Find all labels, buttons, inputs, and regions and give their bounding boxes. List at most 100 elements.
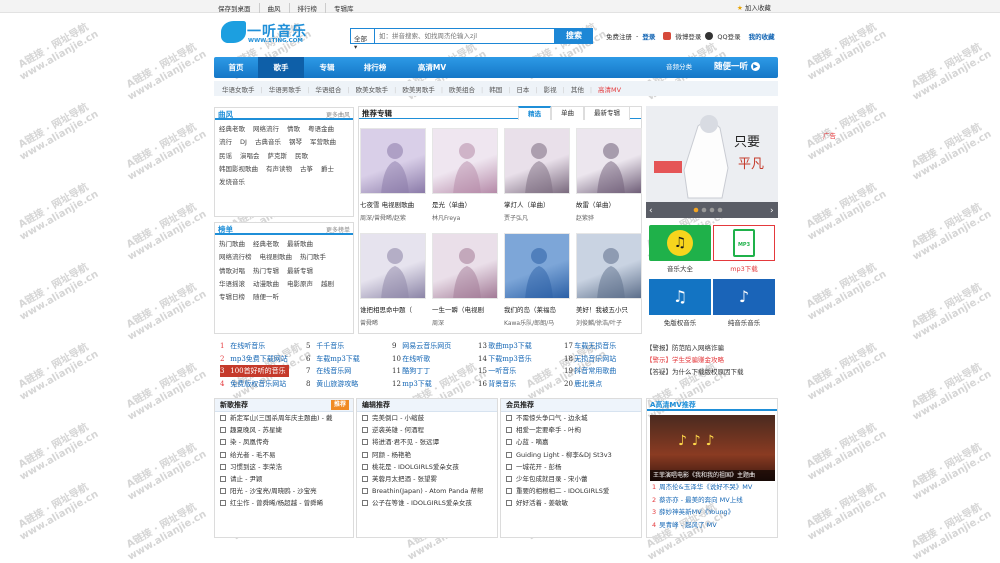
song-checkbox[interactable]	[362, 488, 368, 495]
song-checkbox[interactable]	[506, 427, 512, 434]
song-title[interactable]: 不需惊头争口气 - 边永城	[516, 414, 587, 422]
chart-more-link[interactable]: 更多榜单	[326, 225, 350, 234]
tag-link[interactable]: 韩国影视歌曲	[219, 163, 258, 176]
hot-search-item[interactable]: 1 在线听音乐	[220, 340, 265, 352]
tag-link[interactable]: 动漫歌曲	[253, 278, 279, 291]
register-link[interactable]: 免费注册	[606, 31, 632, 41]
song-row[interactable]: Breathin(Japan) - Atom Panda 帮帮	[357, 485, 497, 497]
song-checkbox[interactable]	[362, 415, 368, 421]
tag-link[interactable]: 经典老歌	[253, 238, 279, 251]
song-title[interactable]: 少年包成就目录 - 宋小蕾	[516, 475, 587, 483]
album-cover[interactable]	[504, 233, 570, 299]
hot-search-item[interactable]: 12 mp3下载	[392, 378, 432, 390]
tag-link[interactable]: 随便一听	[253, 291, 279, 304]
tag-link[interactable]: 粤语金曲	[308, 123, 334, 136]
song-title[interactable]: 心蓝 - 嘀嘉	[516, 438, 548, 446]
tag-link[interactable]: 网络流行榜	[219, 251, 252, 264]
tag-link[interactable]: DJ	[240, 136, 247, 149]
hot-search-item[interactable]: 9 网易云音乐网页	[392, 340, 451, 352]
song-checkbox[interactable]	[362, 500, 368, 507]
hot-search-item[interactable]: 19 抖音常用歌曲	[564, 365, 616, 377]
song-title[interactable]: 逆袭英雄 - 何酒程	[372, 426, 424, 434]
album-cover[interactable]	[432, 233, 498, 299]
song-row[interactable]: 趣夏晚风 - 苏星婕	[215, 424, 353, 436]
tag-link[interactable]: 萨克斯	[268, 150, 288, 163]
search-input[interactable]	[374, 28, 555, 44]
tag-link[interactable]: 最新专辑	[287, 265, 313, 278]
album-artist[interactable]: 贾子弘凡	[504, 213, 570, 222]
subnav-item[interactable]: 影视	[535, 84, 557, 94]
album-artist[interactable]: 林凡Freya	[432, 213, 498, 222]
tag-link[interactable]: 发烧音乐	[219, 176, 245, 189]
song-title[interactable]: 请止 - 尹颖	[230, 475, 262, 483]
song-title[interactable]: 给光者 - 毛不易	[230, 451, 275, 459]
hot-search-item[interactable]: 20 鹿北景点	[564, 378, 602, 390]
hot-search-item[interactable]: 3 100首好听的音乐	[220, 365, 289, 377]
album-card[interactable]: 我们的岛（莱福岛 Kawa乐队/郎朗/马	[504, 233, 570, 327]
tag-link[interactable]: 有声读物	[266, 163, 292, 176]
album-card[interactable]: 七夜雪 电视剧歌曲 周深/曾舜晞/赵紫	[360, 128, 426, 222]
song-checkbox[interactable]	[506, 415, 512, 421]
tag-link[interactable]: 情歌对唱	[219, 265, 245, 278]
tag-link[interactable]: 华语摇滚	[219, 278, 245, 291]
tag-link[interactable]: 爵士	[321, 163, 334, 176]
song-row[interactable]: 阿颜 - 杨艳艳	[357, 449, 497, 461]
app-pure-music[interactable]: ♪ 纯音乐音乐	[713, 279, 775, 327]
song-row[interactable]: Guiding Light - 柳李&DJ St3v3	[501, 449, 641, 461]
song-row[interactable]: 相爱一定要牵手 - 叶枸	[501, 424, 641, 436]
song-title[interactable]: 完美倒口 - 小缩鼓	[372, 414, 424, 422]
song-row[interactable]: 逆袭英雄 - 何酒程	[357, 424, 497, 436]
app-mp3-download[interactable]: MP3 mp3下载	[713, 225, 775, 273]
song-row[interactable]: 少年包成就目录 - 宋小蕾	[501, 473, 641, 485]
album-card[interactable]: 掌灯人（单曲） 贾子弘凡	[504, 128, 570, 222]
hot-search-item[interactable]: 8 黄山旅游攻略	[306, 378, 358, 390]
hot-search-item[interactable]: 11 酷狗丁丁	[392, 365, 430, 377]
subnav-item[interactable]: 华语组合	[307, 84, 341, 94]
tag-link[interactable]: 演唱会	[240, 150, 260, 163]
subnav-item[interactable]: 欧美组合	[441, 84, 475, 94]
song-checkbox[interactable]	[506, 451, 512, 458]
tag-link[interactable]: 专辑日榜	[219, 291, 245, 304]
hot-search-item[interactable]: 15 一听音乐	[478, 365, 516, 377]
tag-link[interactable]: 民谣	[219, 150, 232, 163]
search-button[interactable]: 搜索	[555, 28, 593, 44]
tag-link[interactable]: 热门歌手	[300, 251, 326, 264]
hot-search-item[interactable]: 7 在线音乐网	[306, 365, 351, 377]
song-title[interactable]: 相爱一定要牵手 - 叶枸	[516, 426, 581, 434]
song-checkbox[interactable]	[362, 451, 368, 458]
song-checkbox[interactable]	[506, 475, 512, 482]
song-checkbox[interactable]	[362, 463, 368, 470]
mv-list-item[interactable]: 1 周杰伦&玉泽华《说好不哭》MV	[647, 481, 777, 494]
song-row[interactable]: 重要的相根相二 - IDOLGIRLS爱	[501, 485, 641, 497]
album-card[interactable]: 谁把相思命中题（ 曾舜晞	[360, 233, 426, 327]
song-title[interactable]: Breathin(Japan) - Atom Panda 帮帮	[372, 487, 483, 495]
subnav-item[interactable]: 其他	[563, 84, 584, 94]
song-title[interactable]: 新定军山(三国杀周年庆主题曲) - 戴	[230, 414, 333, 422]
app-music-all[interactable]: ♫ 音乐大全	[649, 225, 711, 273]
mv-thumbnail[interactable]: ♪ ♪ ♪ 王菲演唱电影《我和我的祖国》主题曲	[650, 415, 775, 481]
song-checkbox[interactable]	[220, 439, 226, 446]
subnav-item[interactable]: 欧美男歌手	[394, 84, 435, 94]
song-title[interactable]: 好好活着 - 姜敏敏	[516, 499, 568, 507]
random-play-button[interactable]: 随便一听 ▶	[714, 57, 760, 78]
login-link[interactable]: 登录	[642, 31, 655, 41]
album-title[interactable]: 是光（单曲）	[432, 199, 498, 209]
song-row[interactable]: 不需惊头争口气 - 边永城	[501, 412, 641, 424]
tab-singles[interactable]: 单曲	[551, 106, 584, 120]
tag-link[interactable]: 钢琴	[289, 136, 302, 149]
song-checkbox[interactable]	[506, 463, 512, 470]
tag-link[interactable]: 经典老歌	[219, 123, 245, 136]
album-title[interactable]: 一生一瞬（电视剧	[432, 304, 498, 314]
promo-banner[interactable]: 只要 平凡 ‹ ›	[646, 106, 778, 218]
notice-item[interactable]: 【答疑】为什么下载版权原因下载	[646, 366, 778, 378]
song-row[interactable]: 给光者 - 毛不易	[215, 449, 353, 461]
tag-link[interactable]: 电影原声	[287, 278, 313, 291]
tag-link[interactable]: 军营歌曲	[310, 136, 336, 149]
nav-singers[interactable]: 歌手	[258, 57, 304, 78]
chart-link[interactable]: 排行榜	[288, 3, 317, 13]
album-card[interactable]: 美好！我被五小只 刘俊麟/徐浩/叶子	[576, 233, 642, 327]
app-free-music[interactable]: ♫ 免版权音乐	[649, 279, 711, 327]
tab-featured[interactable]: 精选	[518, 106, 551, 120]
tag-link[interactable]: 电视剧歌曲	[260, 251, 293, 264]
album-lib-link[interactable]: 专辑库	[325, 3, 354, 13]
